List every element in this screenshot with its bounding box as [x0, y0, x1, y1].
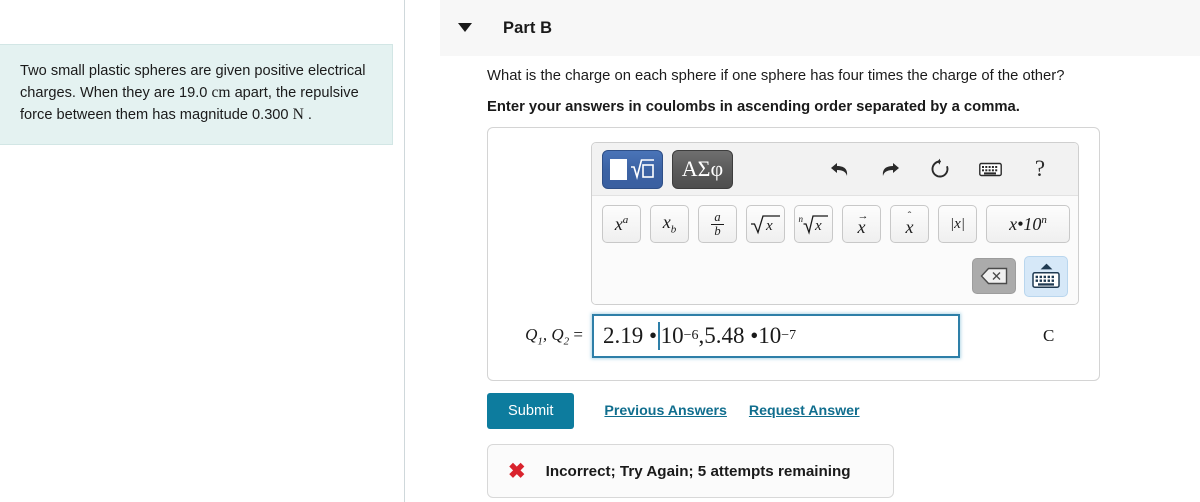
keyboard-toggle-button[interactable]: [1024, 255, 1068, 297]
part-title: Part B: [503, 18, 553, 37]
question-instruction: Enter your answers in coulombs in ascend…: [487, 99, 1020, 115]
radical-box-icon: [630, 158, 655, 181]
answer-mantissa-2: 10: [758, 323, 782, 348]
backspace-icon: [980, 267, 1008, 285]
feedback-message: Incorrect; Try Again; 5 attempts remaini…: [545, 462, 851, 480]
answer-label: Q1, Q2 =: [525, 324, 583, 348]
filled-square-icon: [610, 158, 627, 180]
answer-row: Q1, Q2 = 2.19 • 10 −6,5.48 • 10 −7 C: [488, 314, 1101, 358]
feedback-banner: ✖ Incorrect; Try Again; 5 attempts remai…: [487, 444, 894, 498]
caret-up-icon: [1040, 263, 1052, 270]
math-template-mode-button[interactable]: [602, 149, 663, 189]
redo-icon[interactable]: [878, 157, 902, 181]
nth-root-glyph: n x: [798, 213, 829, 235]
reset-icon[interactable]: [928, 157, 952, 181]
unit-cm: cm: [211, 83, 231, 101]
label-q2-subscript: 2: [563, 335, 570, 348]
part-header[interactable]: Part B: [440, 0, 1200, 56]
vector-glyph: → x: [857, 210, 869, 237]
toolbar-symbol-row: xa xb a b x n x → x x |x| x•10n: [592, 196, 1078, 252]
answer-value-pre: 2.19 •: [603, 323, 658, 348]
unit-newton: N: [292, 106, 304, 124]
answer-mantissa-1: 10: [660, 323, 684, 348]
nth-root-button[interactable]: n x: [794, 205, 833, 243]
subscript-button[interactable]: xb: [650, 205, 689, 243]
svg-text:n: n: [799, 214, 804, 224]
fraction-button[interactable]: a b: [698, 205, 737, 243]
keyboard-icon: [1032, 272, 1060, 289]
label-q1-subscript: 1: [537, 335, 543, 348]
redo-svg: [882, 162, 899, 176]
superscript-glyph: xa: [614, 213, 629, 234]
part-content-panel: Part B What is the charge on each sphere…: [406, 0, 1200, 502]
label-q2: Q: [551, 324, 564, 344]
scientific-notation-button[interactable]: x•10n: [986, 205, 1070, 243]
vector-button[interactable]: → x: [842, 205, 881, 243]
nthroot-svg: n x: [799, 214, 828, 235]
toolbar-action-icons: ?: [828, 156, 1070, 181]
vector-arrow-icon: →: [857, 210, 869, 222]
problem-text-part3: .: [303, 107, 312, 124]
svg-text:x: x: [814, 218, 822, 234]
keyboard-svg: [978, 162, 1002, 176]
keyboard-icon[interactable]: [978, 157, 1002, 181]
absolute-value-glyph: |x|: [950, 215, 965, 232]
answer-exponent-2: −7: [781, 328, 797, 343]
caret-down-icon[interactable]: [458, 23, 472, 32]
hat-icon: ̂: [906, 210, 914, 222]
toolbar-edit-row: [592, 252, 1078, 304]
action-row: Submit Previous Answers Request Answer: [487, 393, 860, 429]
svg-text:x: x: [765, 218, 773, 234]
math-toolbar: ΑΣφ ? xa xb a b x n x → x x |x| x•10n: [591, 142, 1079, 305]
fraction-denominator: b: [714, 223, 721, 238]
absolute-value-button[interactable]: |x|: [938, 205, 977, 243]
answer-exponent-1: −6: [683, 328, 699, 343]
fraction-numerator: a: [711, 210, 724, 225]
x-mark-icon: ✖: [508, 459, 526, 483]
question-prompt: What is the charge on each sphere if one…: [487, 68, 1065, 84]
superscript-button[interactable]: xa: [602, 205, 641, 243]
problem-sidebar: Two small plastic spheres are given posi…: [0, 0, 405, 502]
submit-button[interactable]: Submit: [487, 393, 575, 429]
greek-symbols-mode-button[interactable]: ΑΣφ: [672, 149, 733, 189]
answer-unit: C: [1043, 326, 1055, 345]
previous-answers-link[interactable]: Previous Answers: [604, 403, 727, 419]
toolbar-mode-row: ΑΣφ ?: [592, 143, 1078, 196]
help-icon[interactable]: ?: [1028, 156, 1052, 181]
text-cursor: [658, 322, 660, 350]
subscript-glyph: xb: [662, 212, 677, 236]
label-q1: Q: [525, 324, 538, 344]
request-answer-link[interactable]: Request Answer: [749, 403, 860, 419]
square-root-button[interactable]: x: [746, 205, 785, 243]
unit-vector-button[interactable]: ̂x: [890, 205, 929, 243]
unit-vector-glyph: ̂x: [906, 210, 914, 238]
undo-icon[interactable]: [828, 157, 852, 181]
answer-input[interactable]: 2.19 • 10 −6,5.48 • 10 −7: [592, 314, 960, 358]
equals-sign: =: [573, 324, 583, 344]
answer-value-mid: ,5.48 •: [698, 323, 759, 348]
backspace-button[interactable]: [972, 258, 1016, 294]
scientific-notation-glyph: x•10n: [1009, 213, 1047, 234]
reset-svg: [931, 158, 949, 178]
sqrt-svg: x: [751, 215, 780, 235]
fraction-glyph: a b: [711, 210, 724, 238]
square-root-glyph: x: [750, 213, 781, 235]
problem-statement: Two small plastic spheres are given posi…: [0, 44, 393, 146]
undo-svg: [831, 162, 848, 176]
answer-panel: ΑΣφ ? xa xb a b x n x → x x |x| x•10n Q1…: [487, 127, 1100, 381]
radical-box-svg: [631, 158, 654, 180]
